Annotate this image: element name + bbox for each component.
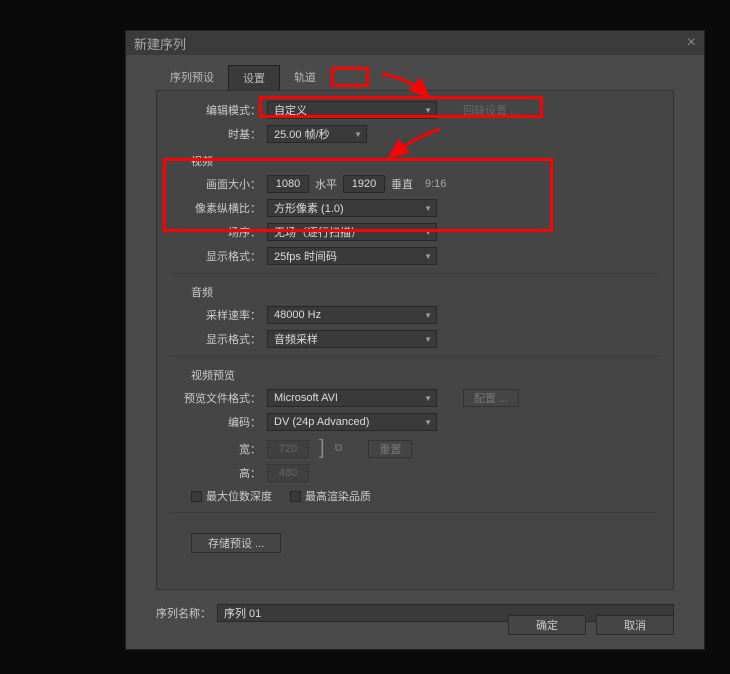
max-quality-checkbox[interactable]: 最高渲染品质 xyxy=(290,488,371,504)
chevron-down-icon: ▼ xyxy=(424,311,432,320)
preview-section-title: 视频预览 xyxy=(191,367,659,383)
config-button[interactable]: 配置 ... xyxy=(463,389,519,407)
chevron-down-icon: ▼ xyxy=(424,204,432,213)
reset-button[interactable]: 重置 xyxy=(368,440,412,458)
footer-buttons: 确定 取消 xyxy=(508,615,674,635)
preview-width-label: 宽： xyxy=(171,441,261,457)
sample-rate-label: 采样速率： xyxy=(171,307,261,323)
preview-height-label: 高： xyxy=(171,465,261,481)
tab-tracks[interactable]: 轨道 xyxy=(280,65,330,90)
sequence-name-label: 序列名称： xyxy=(156,605,211,621)
edit-mode-label: 编辑模式： xyxy=(171,102,261,118)
ok-button[interactable]: 确定 xyxy=(508,615,586,635)
audio-disp-fmt-label: 显示格式： xyxy=(171,331,261,347)
chevron-down-icon: ▼ xyxy=(424,228,432,237)
chevron-down-icon: ▼ xyxy=(424,418,432,427)
preview-height-input: 480 xyxy=(267,464,309,482)
chevron-down-icon: ▼ xyxy=(424,335,432,344)
chevron-down-icon: ▼ xyxy=(424,394,432,403)
tab-presets[interactable]: 序列预设 xyxy=(156,65,228,90)
chevron-down-icon: ▼ xyxy=(354,130,362,139)
fields-select[interactable]: 无场（逐行扫描）▼ xyxy=(267,223,437,241)
cancel-button[interactable]: 取消 xyxy=(596,615,674,635)
aspect-label: 9:16 xyxy=(425,178,446,190)
audio-section-title: 音频 xyxy=(191,284,659,300)
vert-label: 垂直 xyxy=(391,176,413,192)
chevron-down-icon: ▼ xyxy=(424,106,432,115)
par-label: 像素纵横比： xyxy=(171,200,261,216)
codec-select[interactable]: DV (24p Advanced)▼ xyxy=(267,413,437,431)
tabs: 序列预设 设置 轨道 xyxy=(126,55,704,90)
checkbox-icon xyxy=(191,491,202,502)
video-section-title: 视频 xyxy=(191,153,659,169)
video-disp-fmt-label: 显示格式： xyxy=(171,248,261,264)
preview-fmt-select[interactable]: Microsoft AVI▼ xyxy=(267,389,437,407)
video-disp-fmt-select[interactable]: 25fps 时间码▼ xyxy=(267,247,437,265)
divider xyxy=(171,356,659,357)
frame-size-label: 画面大小： xyxy=(171,176,261,192)
chevron-down-icon: ▼ xyxy=(424,252,432,261)
close-icon[interactable]: × xyxy=(687,34,696,52)
max-depth-checkbox[interactable]: 最大位数深度 xyxy=(191,488,272,504)
recover-settings-button[interactable]: 回缺设置 ... xyxy=(453,101,529,119)
settings-panel: 编辑模式： 自定义▼ 回缺设置 ... 时基： 25.00 帧/秒▼ 视频 画面… xyxy=(156,90,674,590)
edit-mode-select[interactable]: 自定义▼ xyxy=(267,101,437,119)
preview-fmt-label: 预览文件格式： xyxy=(171,390,261,406)
width-input[interactable]: 1080 xyxy=(267,175,309,193)
link-icon[interactable]: ⧉ xyxy=(335,442,343,455)
dialog-title: 新建序列 xyxy=(134,34,186,53)
link-bracket-icon: ] xyxy=(319,437,325,460)
audio-disp-fmt-select[interactable]: 音频采样▼ xyxy=(267,330,437,348)
save-preset-button[interactable]: 存储预设 ... xyxy=(191,533,281,553)
timebase-label: 时基： xyxy=(171,126,261,142)
height-input[interactable]: 1920 xyxy=(343,175,385,193)
new-sequence-dialog: 新建序列 × 序列预设 设置 轨道 编辑模式： 自定义▼ 回缺设置 ... 时基… xyxy=(125,30,705,650)
fields-label: 场序： xyxy=(171,224,261,240)
divider xyxy=(171,512,659,513)
horiz-label: 水平 xyxy=(315,176,337,192)
titlebar: 新建序列 × xyxy=(126,31,704,55)
codec-label: 编码： xyxy=(171,414,261,430)
tab-settings[interactable]: 设置 xyxy=(228,65,280,90)
timebase-select[interactable]: 25.00 帧/秒▼ xyxy=(267,125,367,143)
par-select[interactable]: 方形像素 (1.0)▼ xyxy=(267,199,437,217)
checkbox-icon xyxy=(290,491,301,502)
sample-rate-select[interactable]: 48000 Hz▼ xyxy=(267,306,437,324)
divider xyxy=(171,273,659,274)
preview-width-input: 720 xyxy=(267,440,309,458)
